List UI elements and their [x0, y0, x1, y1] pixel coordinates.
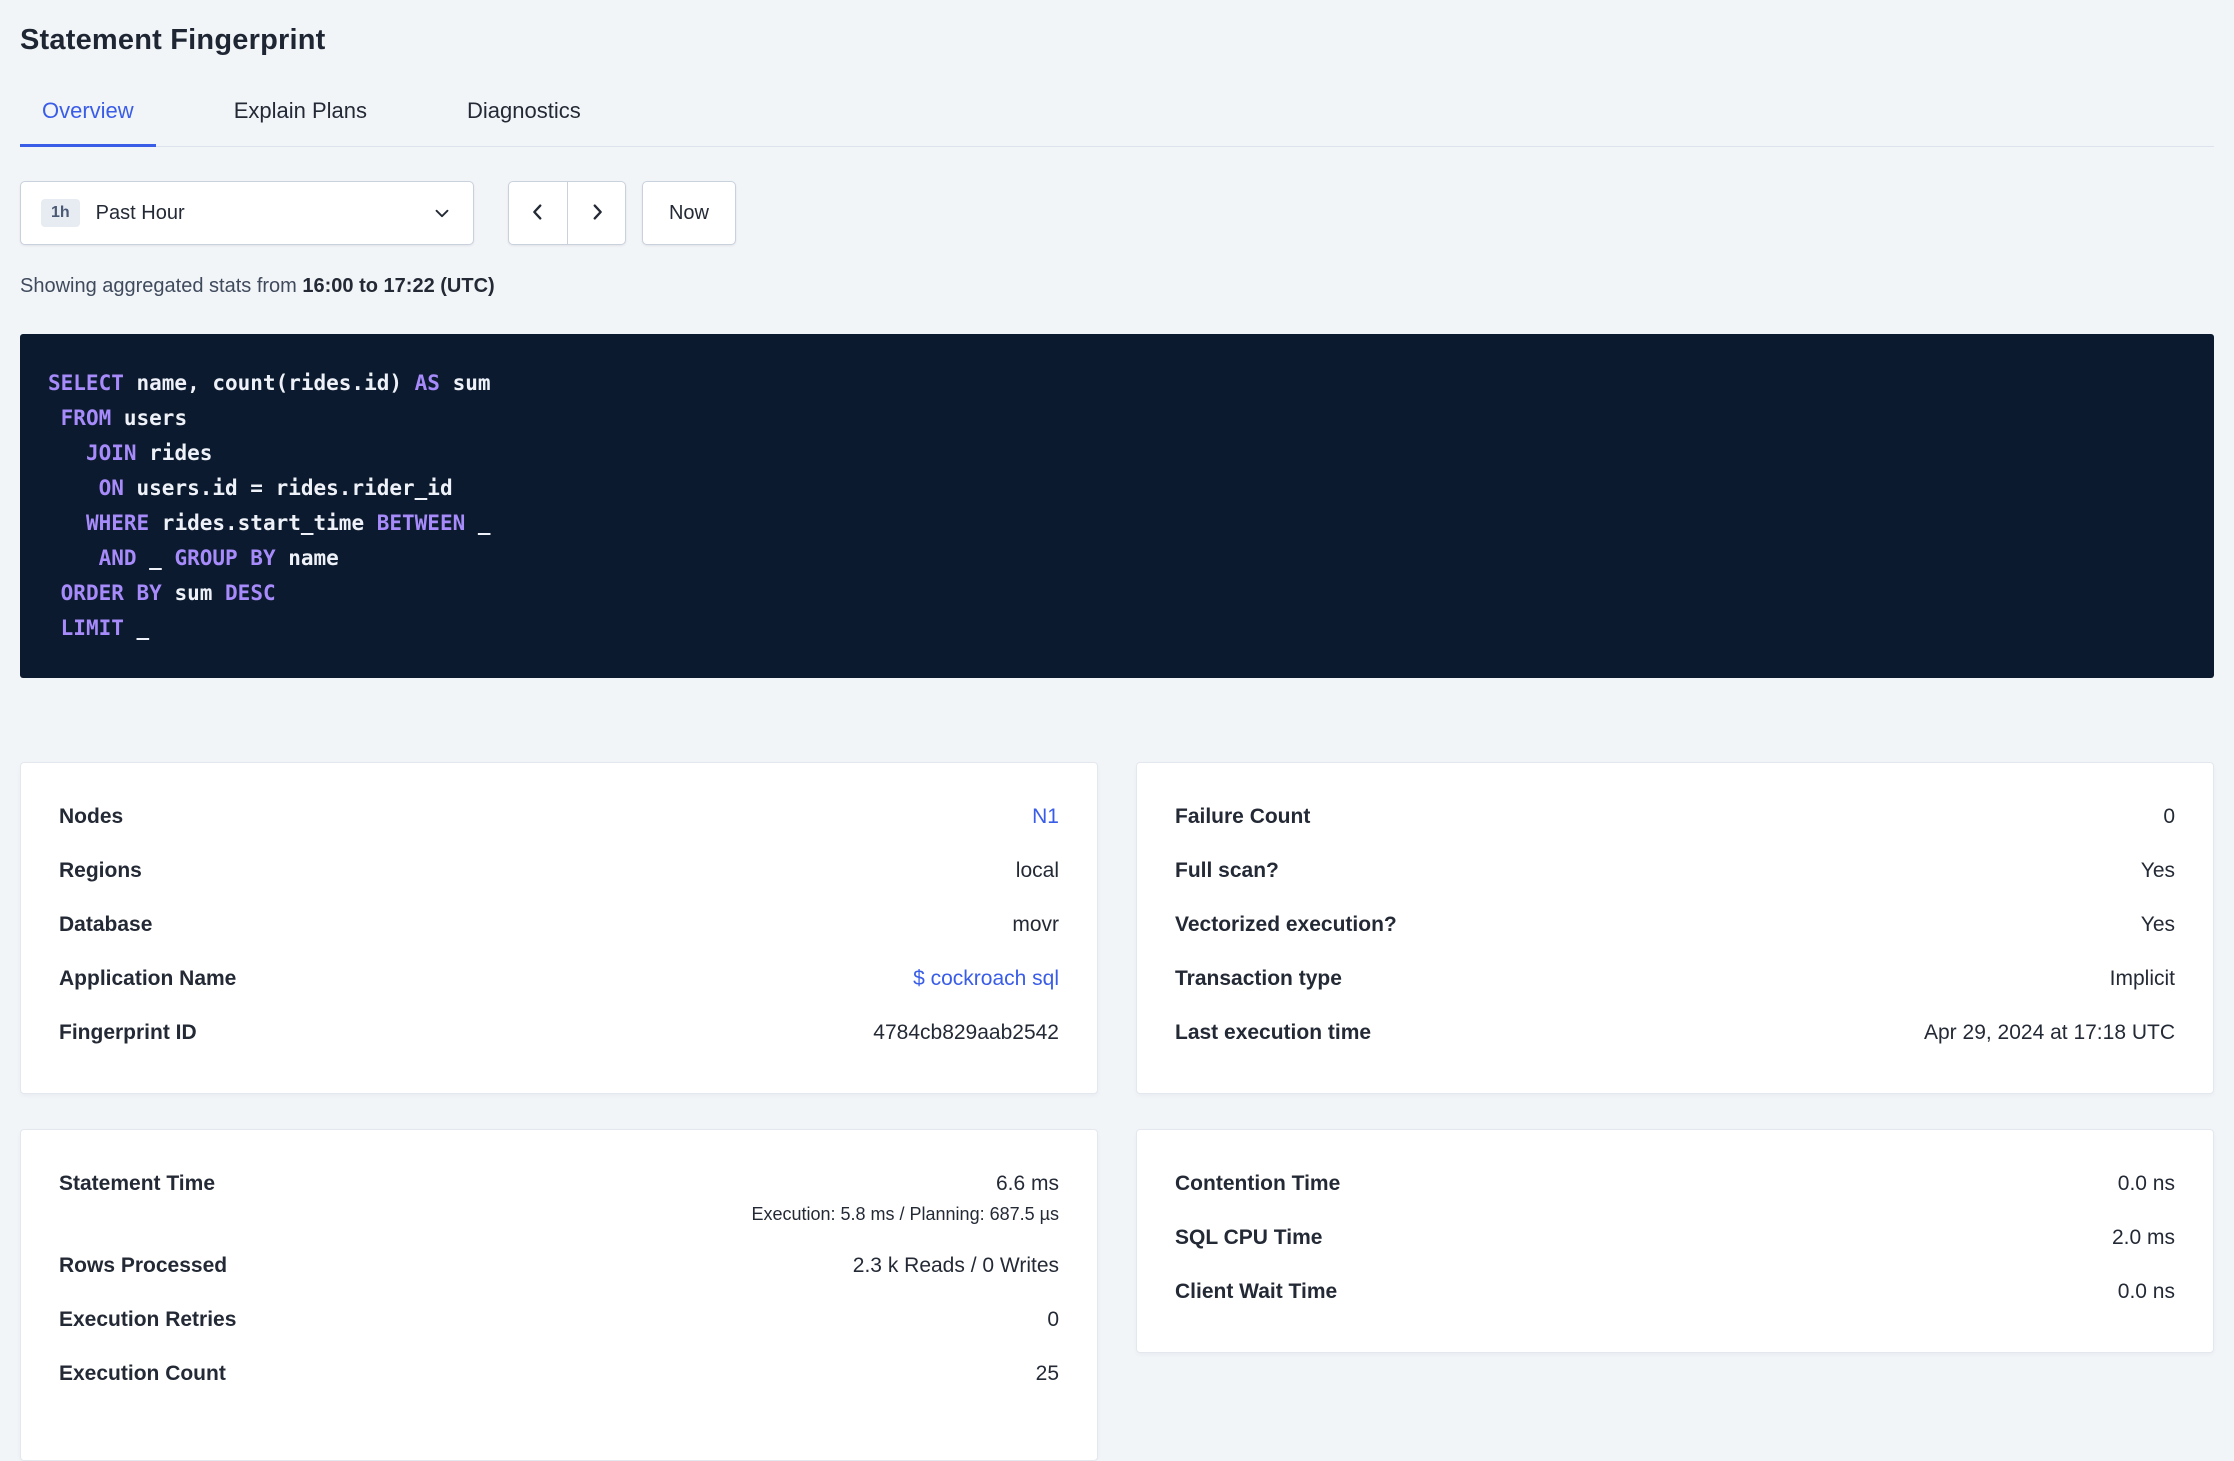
- stat-label: Transaction type: [1175, 967, 1342, 990]
- time-range-dropdown[interactable]: 1h Past Hour: [20, 181, 474, 245]
- stat-value: 4784cb829aab2542: [873, 1021, 1059, 1044]
- stat-label: Client Wait Time: [1175, 1280, 1338, 1303]
- stat-label: Full scan?: [1175, 859, 1279, 882]
- stat-label: Execution Count: [59, 1362, 226, 1385]
- stat-value: local: [1015, 859, 1059, 882]
- stat-row: Full scan? Yes: [1175, 857, 2175, 911]
- stat-row: Contention Time 0.0 ns: [1175, 1170, 2175, 1224]
- stat-row: Transaction type Implicit: [1175, 965, 2175, 1019]
- stats-line-range: 16:00 to 17:22 (UTC): [302, 275, 495, 297]
- sql-code: SELECT name, count(rides.id) AS sum FROM…: [48, 371, 491, 640]
- now-button[interactable]: Now: [642, 181, 736, 245]
- stat-value: Implicit: [2109, 967, 2175, 990]
- next-time-button[interactable]: [567, 181, 626, 245]
- page-title: Statement Fingerprint: [20, 24, 326, 56]
- sql-statement-box: SELECT name, count(rides.id) AS sum FROM…: [20, 334, 2214, 678]
- stat-label: Rows Processed: [59, 1254, 228, 1277]
- stat-row: Last execution time Apr 29, 2024 at 17:1…: [1175, 1019, 2175, 1073]
- statement-time-card: Statement Time 6.6 ms Execution: 5.8 ms …: [20, 1129, 1098, 1461]
- statement-fingerprint-page: Statement Fingerprint Overview Explain P…: [0, 0, 2234, 1461]
- stat-value: Yes: [2140, 859, 2175, 882]
- stat-label: Vectorized execution?: [1175, 913, 1397, 936]
- chevron-left-icon: [527, 201, 549, 226]
- prev-time-button[interactable]: [508, 181, 567, 245]
- stat-row: Client Wait Time 0.0 ns: [1175, 1278, 2175, 1332]
- stat-row: Rows Processed 2.3 k Reads / 0 Writes: [59, 1252, 1059, 1306]
- stat-value: 6.6 ms: [995, 1172, 1059, 1195]
- stat-row: Vectorized execution? Yes: [1175, 911, 2175, 965]
- stat-row: Database movr: [59, 911, 1059, 965]
- chevron-right-icon: [586, 201, 608, 226]
- tab-explain-plans[interactable]: Explain Plans: [212, 97, 389, 146]
- tab-bar: Overview Explain Plans Diagnostics: [20, 97, 2214, 147]
- stat-value: 0: [2163, 805, 2175, 828]
- stat-value: 2.0 ms: [2111, 1226, 2175, 1249]
- stat-label: Statement Time: [59, 1172, 215, 1195]
- stat-label: Failure Count: [1175, 805, 1311, 828]
- stat-label: Application Name: [59, 967, 237, 990]
- tab-diagnostics[interactable]: Diagnostics: [445, 97, 603, 146]
- stat-value: 25: [1035, 1362, 1059, 1385]
- stat-value: 0.0 ns: [2117, 1172, 2175, 1195]
- stat-value: 2.3 k Reads / 0 Writes: [852, 1254, 1059, 1277]
- overview-cards-row: Nodes N1 Regions local Database movr App…: [20, 762, 2214, 1094]
- stat-value: Yes: [2140, 913, 2175, 936]
- execution-attributes-card: Failure Count 0 Full scan? Yes Vectorize…: [1136, 762, 2214, 1094]
- chevron-down-icon: [431, 202, 453, 224]
- stat-label: Fingerprint ID: [59, 1021, 197, 1044]
- stat-label: Execution Retries: [59, 1308, 237, 1331]
- time-range-badge: 1h: [41, 199, 80, 227]
- timing-cards-row: Statement Time 6.6 ms Execution: 5.8 ms …: [20, 1129, 2214, 1461]
- stat-label: Contention Time: [1175, 1172, 1341, 1195]
- stat-row: Statement Time 6.6 ms Execution: 5.8 ms …: [59, 1170, 1059, 1252]
- stat-value[interactable]: N1: [1032, 803, 1059, 831]
- stat-value: 0: [1047, 1308, 1059, 1331]
- stat-row: Nodes N1: [59, 803, 1059, 857]
- stat-value: movr: [1012, 913, 1059, 936]
- time-nav-group: [508, 181, 626, 245]
- stat-value: 0.0 ns: [2117, 1280, 2175, 1303]
- stat-label: SQL CPU Time: [1175, 1226, 1323, 1249]
- stat-subvalue: Execution: 5.8 ms / Planning: 687.5 µs: [751, 1204, 1059, 1224]
- stat-label: Nodes: [59, 805, 124, 828]
- stat-row: Execution Retries 0: [59, 1306, 1059, 1360]
- wait-time-card: Contention Time 0.0 ns SQL CPU Time 2.0 …: [1136, 1129, 2214, 1353]
- aggregated-stats-line: Showing aggregated stats from 16:00 to 1…: [20, 275, 2214, 298]
- time-range-label: Past Hour: [95, 201, 185, 224]
- time-toolbar: 1h Past Hour Now: [20, 181, 2214, 245]
- stat-row: Regions local: [59, 857, 1059, 911]
- tab-overview[interactable]: Overview: [20, 97, 156, 147]
- stat-row: Fingerprint ID 4784cb829aab2542: [59, 1019, 1059, 1073]
- stat-row: Failure Count 0: [1175, 803, 2175, 857]
- stat-row: SQL CPU Time 2.0 ms: [1175, 1224, 2175, 1278]
- stat-label: Regions: [59, 859, 142, 882]
- stat-label: Database: [59, 913, 153, 936]
- stats-line-prefix: Showing aggregated stats from: [20, 275, 303, 297]
- stat-value: Apr 29, 2024 at 17:18 UTC: [1924, 1021, 2175, 1044]
- stat-value[interactable]: $ cockroach sql: [913, 965, 1059, 993]
- stat-row: Application Name $ cockroach sql: [59, 965, 1059, 1019]
- statement-details-card: Nodes N1 Regions local Database movr App…: [20, 762, 1098, 1094]
- stat-label: Last execution time: [1175, 1021, 1372, 1044]
- stat-row: Execution Count 25: [59, 1360, 1059, 1414]
